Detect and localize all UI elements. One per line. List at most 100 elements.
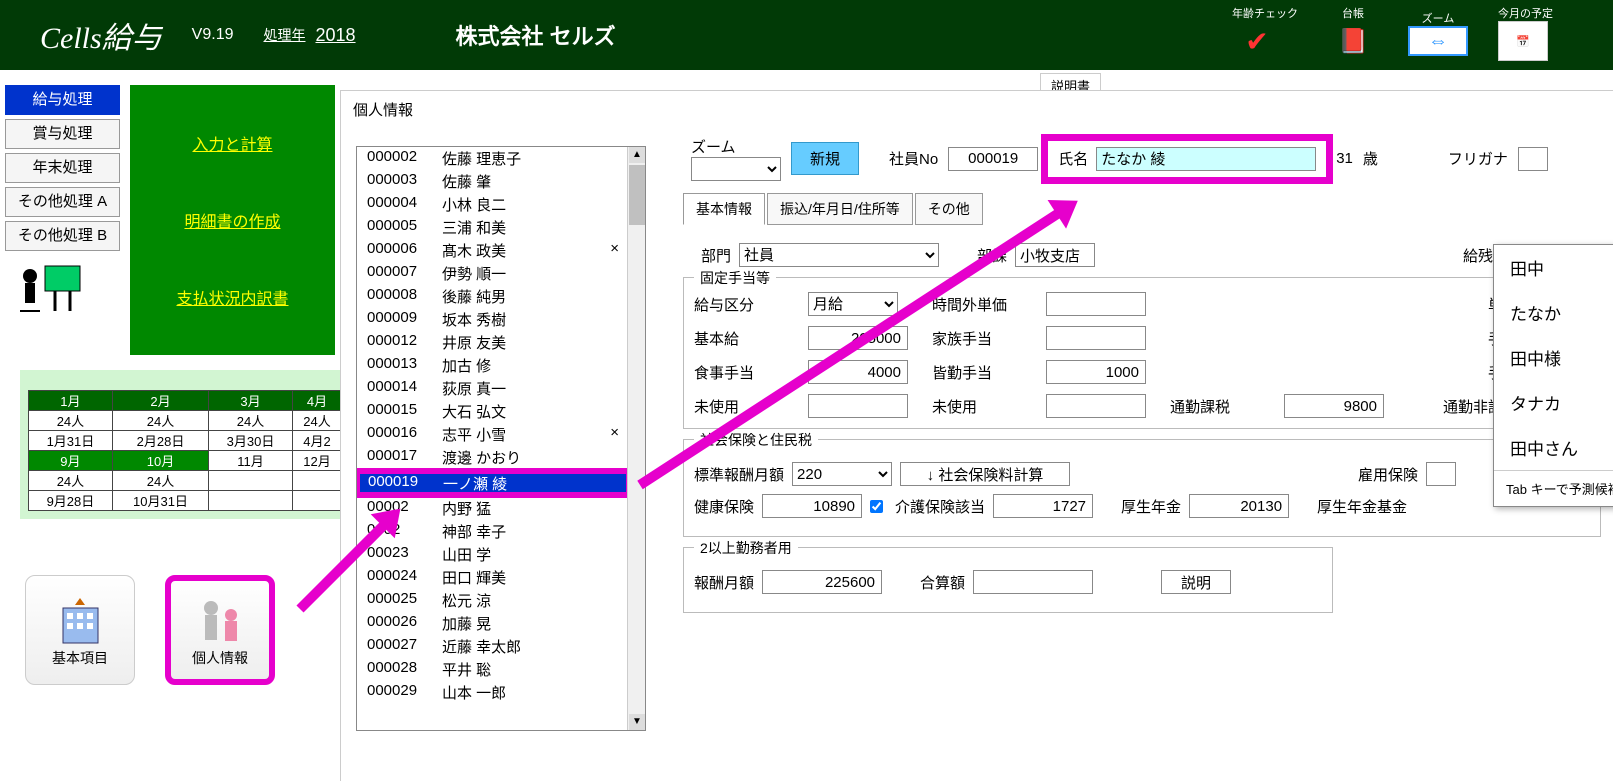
nav-salary[interactable]: 給与処理	[5, 85, 120, 115]
employee-list-row[interactable]: 000025松元 涼	[357, 589, 629, 612]
link-detail[interactable]: 明細書の作成	[184, 208, 280, 232]
employee-list-row[interactable]: 000019一ノ瀬 綾	[357, 471, 629, 495]
link-input-calc[interactable]: 入力と計算	[192, 131, 272, 155]
month-grid-panel: 1月2月3月4月 24人24人24人24人 1月31日2月28日3月30日4月2…	[20, 370, 350, 519]
insurance-group: 社会保険と住民税 標準報酬月額 220 ↓ 社会保険料計算 雇用保険 健康保険 …	[683, 439, 1601, 537]
scroll-up-icon[interactable]: ▲	[629, 147, 645, 163]
pay-type-select[interactable]: 月給	[808, 292, 898, 316]
new-button[interactable]: 新規	[791, 142, 859, 175]
version-label: V9.19	[192, 26, 234, 44]
unused2-input[interactable]	[1046, 394, 1146, 418]
form-tabs: 基本情報 振込/年月日/住所等 その他	[683, 193, 1613, 225]
ime-candidate[interactable]: 田中様	[1494, 335, 1613, 380]
nav-other-a[interactable]: その他処理 A	[5, 187, 120, 217]
ime-candidate-popup: ✕ 🔍 田中たなか田中様タナカ田中さん Tab キーで予測候補を選択 ⌄	[1493, 244, 1613, 507]
name-highlight: 氏名	[1048, 141, 1326, 177]
employee-list-row[interactable]: 000015大石 弘文	[357, 400, 629, 423]
explain-button[interactable]: 説明	[1161, 570, 1231, 594]
personal-info-panel: 個人情報 000002佐藤 理恵子000003佐藤 肇000004小林 良二00…	[340, 90, 1613, 781]
employee-list-row[interactable]: 000017渡邊 かおり	[357, 446, 629, 469]
people-icon	[193, 593, 248, 648]
company-name: 株式会社 セルズ	[456, 19, 616, 51]
family-allow-input[interactable]	[1046, 326, 1146, 350]
tab-transfer[interactable]: 振込/年月日/住所等	[767, 193, 913, 225]
ime-candidate[interactable]: タナカ	[1494, 380, 1613, 425]
health-ins-input[interactable]	[762, 494, 862, 518]
calc-insurance-button[interactable]: ↓ 社会保険料計算	[900, 462, 1070, 486]
left-nav: 給与処理 賞与処理 年末処理 その他処理 A その他処理 B	[5, 85, 123, 319]
calendar-icon: 📅	[1516, 35, 1530, 48]
emp-no-label: 社員No	[889, 148, 938, 169]
employee-list-row[interactable]: 000008後藤 純男	[357, 285, 629, 308]
personal-info-button[interactable]: 個人情報	[165, 575, 275, 685]
employee-list-row[interactable]: 000004小林 良二	[357, 193, 629, 216]
pension-input[interactable]	[1189, 494, 1289, 518]
ime-candidate[interactable]: 田中さん	[1494, 425, 1613, 470]
tab-basic[interactable]: 基本情報	[683, 193, 765, 225]
ledger-button[interactable]: 台帳 📕	[1328, 5, 1378, 61]
employee-list-row[interactable]: 000005三浦 和美	[357, 216, 629, 239]
employee-list-row[interactable]: 000027近藤 幸太郎	[357, 635, 629, 658]
year-value[interactable]: 2018	[315, 25, 355, 46]
name-label: 氏名	[1058, 148, 1088, 169]
employee-list-row[interactable]: 000012井原 友美	[357, 331, 629, 354]
basic-items-button[interactable]: 基本項目	[25, 575, 135, 685]
employee-list-row[interactable]: 000009坂本 秀樹	[357, 308, 629, 331]
employee-list-row[interactable]: 000029山本 一郎	[357, 681, 629, 704]
section-input[interactable]	[1015, 243, 1095, 267]
zoom-button[interactable]: ズーム ⇔	[1408, 10, 1468, 56]
unused1-input[interactable]	[808, 394, 908, 418]
attendance-allow-input[interactable]	[1046, 360, 1146, 384]
nav-other-b[interactable]: その他処理 B	[5, 221, 120, 251]
zoom-select[interactable]	[691, 157, 781, 181]
multi-work-group: 2以上勤務者用 報酬月額 合算額 説明	[683, 547, 1333, 613]
emp-ins-input[interactable]	[1426, 462, 1456, 486]
presenter-icon	[5, 261, 123, 319]
employee-list-row[interactable]: 000007伊勢 順一	[357, 262, 629, 285]
app-title: Cells給与	[40, 13, 162, 57]
scroll-thumb[interactable]	[629, 165, 645, 225]
ime-candidate[interactable]: たなか	[1494, 290, 1613, 335]
employee-list-row[interactable]: 00023山田 学	[357, 543, 629, 566]
employee-list-row[interactable]: 000014荻原 真一	[357, 377, 629, 400]
name-input[interactable]	[1096, 147, 1316, 171]
nav-bonus[interactable]: 賞与処理	[5, 119, 120, 149]
schedule-button[interactable]: 今月の予定 📅	[1498, 5, 1553, 61]
std-monthly-select[interactable]: 220	[792, 462, 892, 486]
nav-yearend[interactable]: 年末処理	[5, 153, 120, 183]
scroll-down-icon[interactable]: ▼	[629, 714, 645, 730]
employee-list-row[interactable]: 000013加古 修	[357, 354, 629, 377]
ime-candidate[interactable]: 田中	[1494, 245, 1613, 290]
employee-list-row[interactable]: 000006髙木 政美×	[357, 239, 629, 262]
zoom-icon: ⇔	[1428, 30, 1448, 53]
dept-select[interactable]: 社員	[739, 243, 939, 267]
check-icon: ✔	[1245, 25, 1268, 58]
employee-list-row[interactable]: 000003佐藤 肇	[357, 170, 629, 193]
year-label: 処理年	[263, 25, 305, 45]
employee-list-row[interactable]: 000026加藤 晃	[357, 612, 629, 635]
age-check-button[interactable]: 年齢チェック ✔	[1232, 5, 1298, 61]
overtime-input[interactable]	[1046, 292, 1146, 316]
employee-list-row[interactable]: 000028平井 聡	[357, 658, 629, 681]
dept-label: 部門	[701, 245, 731, 266]
care-ins-input[interactable]	[993, 494, 1093, 518]
fixed-allowances-group: 固定手当等 給与区分 月給 時間外単価 単価 基本給 家族手当 手当 食事手当 …	[683, 277, 1601, 429]
employee-list-row[interactable]: 000002佐藤 理恵子	[357, 147, 629, 170]
furigana-input[interactable]	[1518, 147, 1548, 171]
tab-other[interactable]: その他	[915, 193, 983, 225]
app-header: Cells給与 V9.19 処理年 2018 株式会社 セルズ 年齢チェック ✔…	[0, 0, 1613, 70]
monthly-comp-input[interactable]	[762, 570, 882, 594]
employee-list-row[interactable]: 000024田口 輝美	[357, 566, 629, 589]
age-value: 31	[1336, 150, 1353, 167]
green-link-panel: 入力と計算 明細書の作成 支払状況内訳書	[130, 85, 335, 355]
total-comp-input[interactable]	[973, 570, 1093, 594]
month-grid[interactable]: 1月2月3月4月 24人24人24人24人 1月31日2月28日3月30日4月2…	[28, 390, 342, 511]
employee-list-row[interactable]: 000016志平 小雪×	[357, 423, 629, 446]
emp-no-input[interactable]	[948, 147, 1038, 171]
scrollbar[interactable]: ▲ ▼	[627, 147, 645, 730]
employee-list[interactable]: 000002佐藤 理恵子000003佐藤 肇000004小林 良二000005三…	[356, 146, 646, 731]
age-suffix: 歳	[1363, 148, 1378, 169]
link-payment[interactable]: 支払状況内訳書	[176, 285, 288, 309]
commute-tax-input[interactable]	[1284, 394, 1384, 418]
care-ins-checkbox[interactable]	[870, 500, 883, 513]
